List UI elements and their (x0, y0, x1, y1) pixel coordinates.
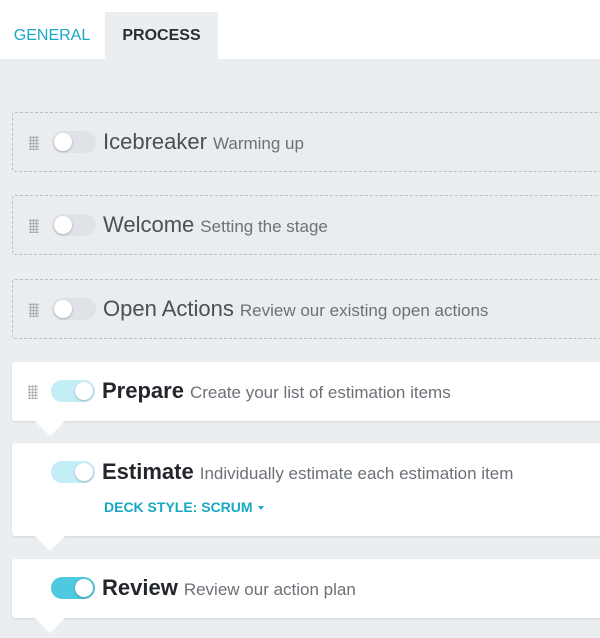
drag-handle-icon[interactable] (29, 303, 39, 317)
step-connector-arrow (35, 536, 65, 551)
prepare-toggle[interactable] (51, 380, 95, 402)
estimate-toggle[interactable] (51, 461, 95, 483)
step-title-label: Prepare (102, 378, 184, 403)
deck-style-dropdown[interactable]: DECK STYLE: SCRUM (104, 499, 264, 515)
icebreaker-toggle[interactable] (52, 131, 96, 153)
step-title: Welcome Setting the stage (103, 212, 328, 238)
step-title-label: Estimate (102, 459, 194, 484)
step-title-label: Open Actions (103, 296, 234, 321)
review-toggle[interactable] (51, 577, 95, 599)
step-estimate: Estimate Individually estimate each estim… (12, 443, 600, 536)
step-description: Create your list of estimation items (189, 383, 451, 402)
step-title: Review Review our action plan (102, 575, 356, 601)
drag-handle-icon[interactable] (28, 385, 38, 399)
toggle-knob (54, 216, 72, 234)
caret-down-icon (257, 506, 264, 511)
step-open-actions: Open Actions Review our existing open act… (12, 279, 600, 339)
step-title-label: Welcome (103, 212, 195, 237)
step-title-label: Review (102, 575, 178, 600)
step-title: Prepare Create your list of estimation it… (102, 378, 451, 404)
toggle-knob (75, 463, 93, 481)
deck-style-label: DECK STYLE: SCRUM (104, 499, 253, 515)
drag-handle-icon[interactable] (29, 219, 39, 233)
step-description: Individually estimate each estimation it… (199, 464, 514, 483)
step-title: Icebreaker Warming up (103, 129, 304, 155)
step-connector-arrow (35, 618, 65, 633)
step-description: Warming up (212, 134, 304, 153)
step-description: Review our existing open actions (239, 301, 489, 320)
toggle-knob (54, 133, 72, 151)
step-review: Review Review our action plan (12, 559, 600, 618)
toggle-knob (75, 382, 93, 400)
toggle-knob (54, 300, 72, 318)
toggle-knob (75, 579, 93, 597)
step-title: Estimate Individually estimate each estim… (102, 459, 513, 485)
step-title-label: Icebreaker (103, 129, 207, 154)
step-welcome: Welcome Setting the stage (12, 195, 600, 255)
drag-handle-icon[interactable] (29, 136, 39, 150)
open-actions-toggle[interactable] (52, 298, 96, 320)
tab-bar: GENERAL PROCESS (0, 0, 600, 59)
step-prepare: Prepare Create your list of estimation it… (12, 362, 600, 421)
tab-general[interactable]: GENERAL (0, 12, 104, 59)
step-title: Open Actions Review our existing open act… (103, 296, 488, 322)
welcome-toggle[interactable] (52, 214, 96, 236)
tab-process[interactable]: PROCESS (105, 12, 218, 59)
step-description: Setting the stage (200, 217, 328, 236)
step-description: Review our action plan (183, 580, 356, 599)
step-icebreaker: Icebreaker Warming up (12, 112, 600, 172)
step-connector-arrow (35, 421, 65, 436)
